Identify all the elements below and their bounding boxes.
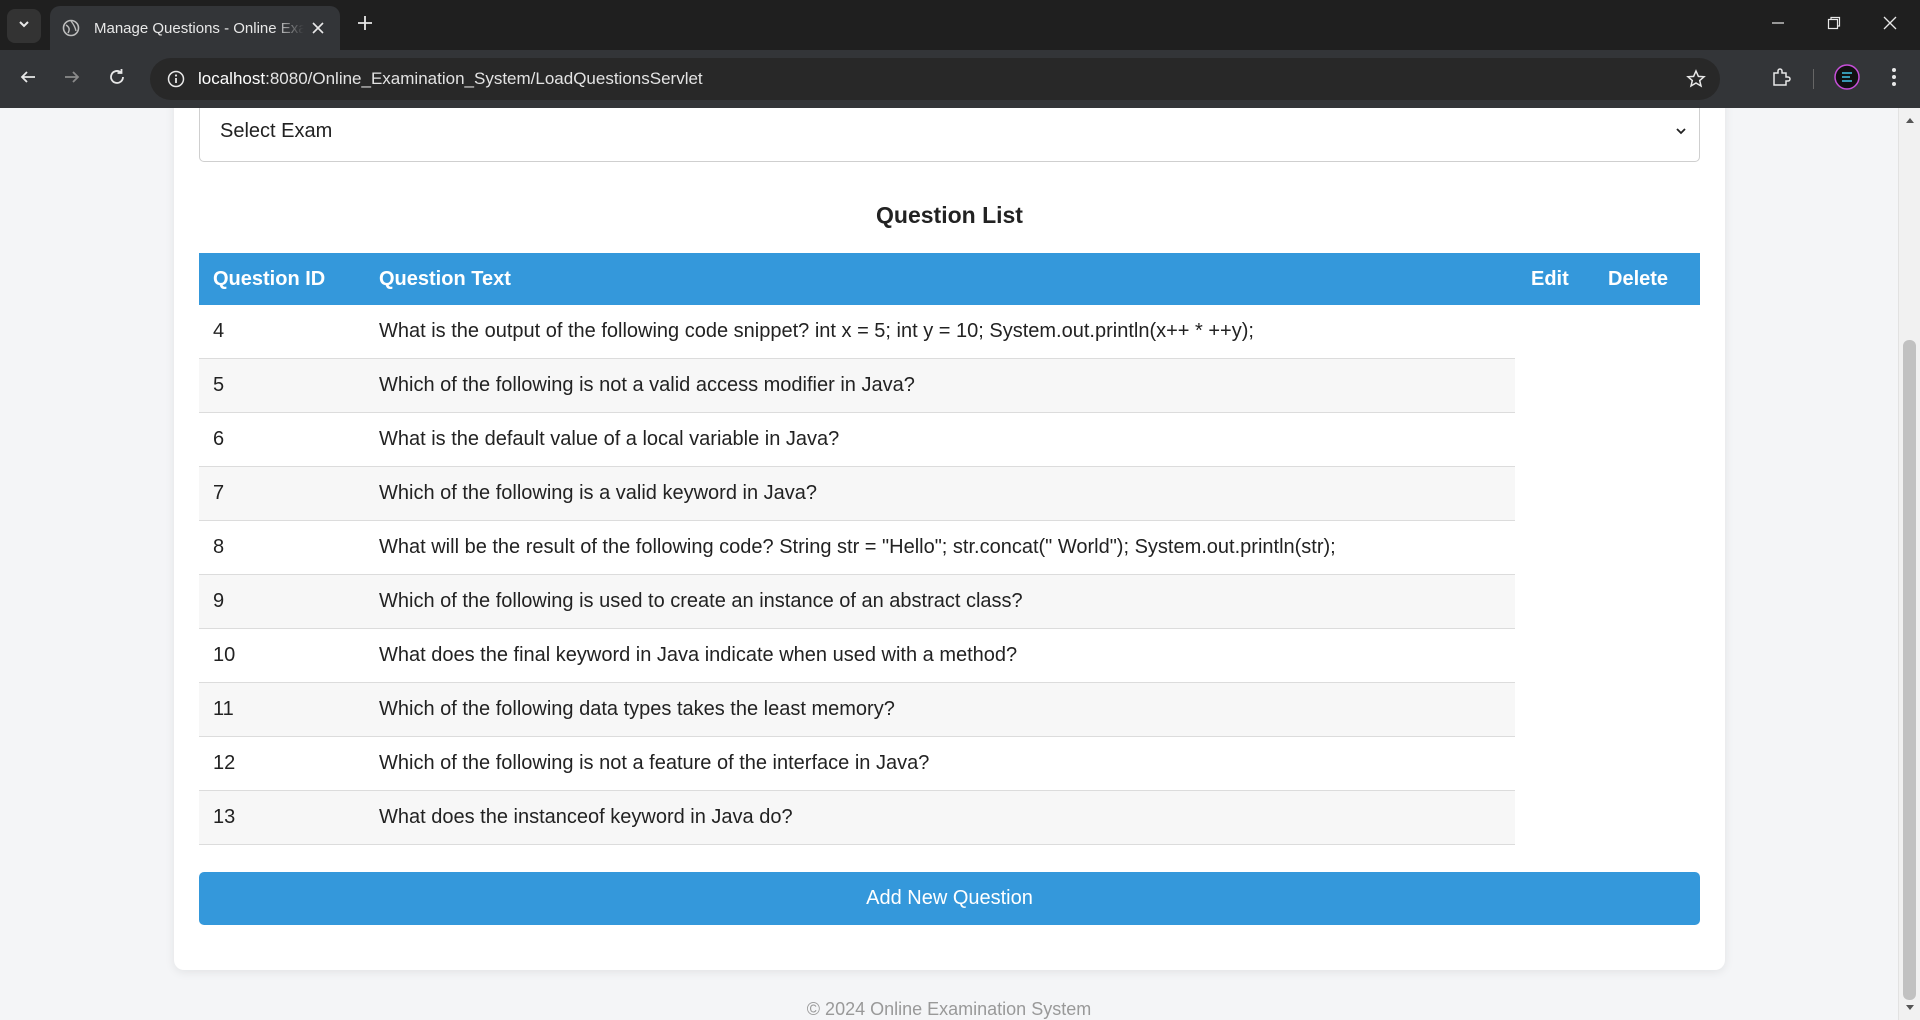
close-window-button[interactable]: [1870, 8, 1910, 42]
content-card: Select Exam Question List Question ID Qu…: [174, 108, 1725, 970]
question-id-cell: 6: [213, 428, 225, 450]
question-id-cell: 4: [213, 320, 225, 342]
question-table: Question ID Question Text Edit Delete 4 W…: [199, 253, 1700, 845]
table-row: 13 What does the instanceof keyword in Ja…: [199, 791, 1515, 845]
more-vert-icon: [1891, 67, 1897, 92]
arrow-right-icon: [63, 68, 81, 91]
address-bar[interactable]: localhost:8080/Online_Examination_System…: [150, 58, 1720, 100]
info-icon[interactable]: [154, 58, 198, 100]
globe-icon: [62, 19, 80, 37]
profile-button[interactable]: [1831, 63, 1863, 95]
chevron-down-icon: [17, 17, 31, 36]
minimize-icon: [1771, 16, 1785, 35]
new-tab-button[interactable]: [352, 12, 378, 38]
table-row: 9 Which of the following is used to creat…: [199, 575, 1515, 629]
avatar: [1834, 63, 1860, 95]
browser-toolbar: localhost:8080/Online_Examination_System…: [0, 50, 1920, 108]
question-id-cell: 8: [213, 536, 225, 558]
question-id-cell: 12: [213, 752, 236, 774]
add-new-question-button[interactable]: Add New Question: [199, 872, 1700, 925]
tab-title: Manage Questions - Online Examination Sy…: [94, 19, 304, 37]
question-id-cell: 11: [213, 698, 234, 720]
restore-button[interactable]: [1814, 8, 1854, 42]
close-icon: [1883, 16, 1897, 35]
table-row: 4 What is the output of the following cod…: [199, 305, 1515, 359]
question-list-title: Question List: [876, 202, 1023, 228]
question-id-cell: 9: [213, 590, 225, 612]
question-id-cell: 7: [213, 482, 225, 504]
scroll-down-icon[interactable]: [1904, 1002, 1916, 1014]
question-text-cell: Which of the following is used to create…: [379, 590, 1023, 612]
table-row: 7 Which of the following is a valid keywo…: [199, 467, 1515, 521]
table-row: 10 What does the final keyword in Java in…: [199, 629, 1515, 683]
question-text-cell: Which of the following is not a feature …: [379, 752, 930, 774]
star-icon[interactable]: [1684, 67, 1708, 91]
header-edit: Edit: [1531, 267, 1569, 290]
restore-icon: [1827, 16, 1841, 35]
question-id-cell: 13: [213, 806, 236, 828]
reload-button[interactable]: [101, 63, 133, 95]
header-delete: Delete: [1608, 267, 1669, 290]
puzzle-icon: [1771, 67, 1791, 92]
plus-icon: [357, 15, 373, 36]
question-text-cell: What is the default value of a local var…: [379, 428, 840, 450]
table-row: 11 Which of the following data types take…: [199, 683, 1515, 737]
browser-tabstrip: Manage Questions - Online Examination Sy…: [0, 0, 1920, 50]
tab-search-button[interactable]: [7, 9, 41, 43]
chevron-down-icon: [1673, 123, 1689, 139]
url-host: localhost: [198, 69, 266, 88]
toolbar-divider: [1813, 69, 1814, 89]
question-id-cell: 10: [213, 644, 236, 666]
close-icon[interactable]: [308, 18, 328, 38]
question-text-cell: What will be the result of the following…: [379, 536, 1336, 558]
table-row: 12 Which of the following is not a featur…: [199, 737, 1515, 791]
scrollbar-thumb[interactable]: [1903, 340, 1916, 1000]
question-id-cell: 5: [213, 374, 225, 396]
table-header: Question ID Question Text Edit Delete: [199, 253, 1700, 305]
exam-select[interactable]: Select Exam: [199, 108, 1700, 162]
arrow-left-icon: [19, 68, 37, 91]
page-footer: © 2024 Online Examination System: [806, 999, 1092, 1019]
question-text-cell: What is the output of the following code…: [379, 320, 1254, 342]
back-button[interactable]: [12, 63, 44, 95]
exam-select-value: Select Exam: [220, 119, 333, 142]
header-question-text: Question Text: [379, 267, 511, 290]
browser-tab-active[interactable]: Manage Questions - Online Examination Sy…: [50, 6, 340, 50]
question-text-cell: What does the final keyword in Java indi…: [379, 644, 1018, 666]
forward-button[interactable]: [56, 63, 88, 95]
url-path: :8080/Online_Examination_System/LoadQues…: [265, 69, 703, 88]
table-body: 4 What is the output of the following cod…: [199, 305, 1515, 845]
table-row: 5 Which of the following is not a valid a…: [199, 359, 1515, 413]
table-row: 6 What is the default value of a local va…: [199, 413, 1515, 467]
url-text: localhost:8080/Online_Examination_System…: [198, 69, 703, 89]
header-question-id: Question ID: [213, 267, 326, 290]
scroll-up-icon[interactable]: [1904, 114, 1916, 126]
question-text-cell: Which of the following is a valid keywor…: [379, 482, 817, 504]
page-scrollbar[interactable]: [1898, 108, 1920, 1020]
page-viewport: Select Exam Question List Question ID Qu…: [0, 108, 1898, 1020]
extensions-button[interactable]: [1765, 63, 1797, 95]
question-text-cell: What does the instanceof keyword in Java…: [379, 806, 793, 828]
menu-button[interactable]: [1878, 63, 1910, 95]
reload-icon: [108, 68, 126, 91]
question-text-cell: Which of the following data types takes …: [379, 698, 895, 720]
minimize-button[interactable]: [1758, 8, 1798, 42]
table-row: 8 What will be the result of the followin…: [199, 521, 1515, 575]
question-text-cell: Which of the following is not a valid ac…: [379, 374, 915, 396]
